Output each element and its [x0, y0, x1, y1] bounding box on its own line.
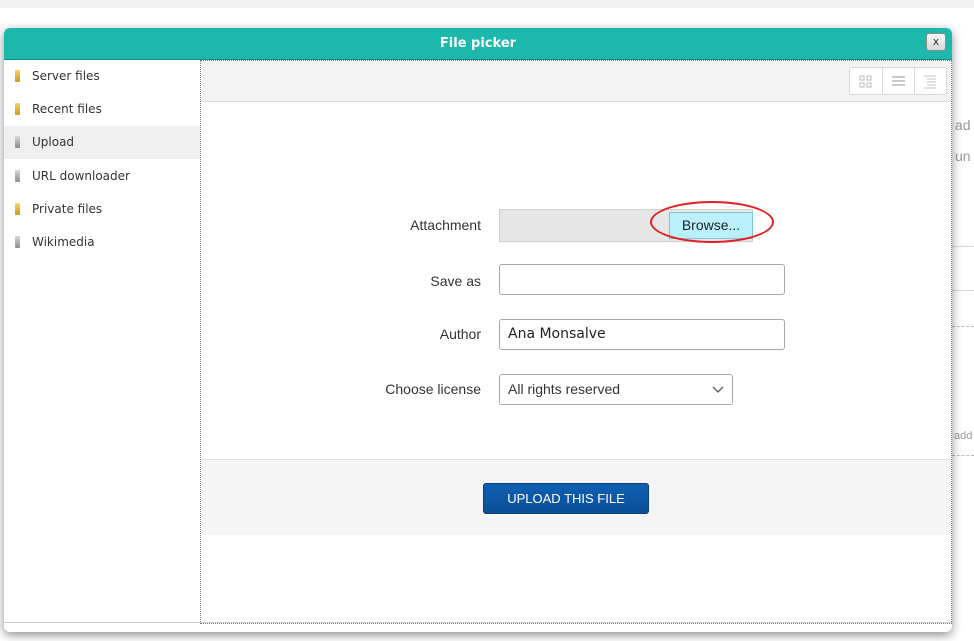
- sidebar-item-label: Wikimedia: [32, 235, 95, 249]
- sidebar-item-server-files[interactable]: Server files: [4, 60, 200, 93]
- page-behind-dialog: [952, 8, 974, 641]
- private-files-icon: [15, 203, 20, 215]
- view-toolbar: [201, 61, 951, 102]
- background-text: un: [955, 148, 971, 164]
- grid-view-icon: [859, 75, 872, 88]
- background-text: add: [954, 430, 973, 442]
- background-divider: [952, 246, 974, 247]
- sidebar-item-label: Upload: [32, 135, 75, 149]
- sidebar-item-private-files[interactable]: Private files: [4, 193, 200, 226]
- sidebar-item-wikimedia[interactable]: Wikimedia: [4, 226, 200, 259]
- dialog-titlebar[interactable]: File picker x: [4, 28, 952, 60]
- sidebar-item-label: Private files: [32, 202, 103, 216]
- upload-footer: UPLOAD THIS FILE: [201, 459, 951, 535]
- repository-sidebar: Server files Recent files Upload URL dow…: [4, 60, 200, 632]
- save-as-field[interactable]: [499, 264, 785, 295]
- background-divider: [952, 455, 974, 456]
- page-backdrop: [0, 0, 974, 8]
- save-as-label: Save as: [430, 273, 481, 289]
- author-field[interactable]: Ana Monsalve: [499, 319, 785, 350]
- attachment-label: Attachment: [410, 217, 481, 233]
- license-selected-value: All rights reserved: [508, 381, 621, 397]
- license-label: Choose license: [385, 381, 481, 397]
- chevron-down-icon: [712, 386, 724, 393]
- tree-view-button[interactable]: [914, 68, 946, 94]
- dialog-footer-divider: [4, 622, 952, 623]
- background-divider: [952, 326, 974, 327]
- sidebar-item-label: URL downloader: [32, 169, 130, 183]
- sidebar-item-upload[interactable]: Upload: [4, 126, 200, 159]
- sidebar-item-label: Recent files: [32, 102, 102, 116]
- server-files-icon: [15, 70, 20, 82]
- sidebar-item-label: Server files: [32, 69, 100, 83]
- browse-button[interactable]: Browse...: [669, 212, 753, 239]
- upload-panel: Attachment Browse... Save as Author Ana …: [200, 60, 952, 624]
- upload-icon: [15, 136, 20, 148]
- url-downloader-icon: [15, 170, 20, 182]
- close-button[interactable]: x: [926, 33, 946, 51]
- details-view-button[interactable]: [882, 68, 914, 94]
- dialog-title: File picker: [439, 36, 517, 51]
- upload-this-file-button[interactable]: UPLOAD THIS FILE: [483, 483, 649, 514]
- view-switcher: [849, 67, 947, 95]
- icons-view-button[interactable]: [850, 68, 881, 94]
- background-text: ad: [955, 117, 971, 133]
- list-view-icon: [892, 76, 905, 86]
- sidebar-item-recent-files[interactable]: Recent files: [4, 93, 200, 126]
- file-picker-dialog: File picker x Server files Recent files …: [4, 28, 952, 632]
- wikimedia-icon: [15, 236, 20, 248]
- background-divider: [952, 290, 974, 291]
- recent-files-icon: [15, 103, 20, 115]
- tree-view-icon: [924, 75, 936, 89]
- author-label: Author: [439, 326, 481, 342]
- sidebar-item-url-downloader[interactable]: URL downloader: [4, 160, 200, 193]
- license-select[interactable]: All rights reserved: [499, 374, 733, 405]
